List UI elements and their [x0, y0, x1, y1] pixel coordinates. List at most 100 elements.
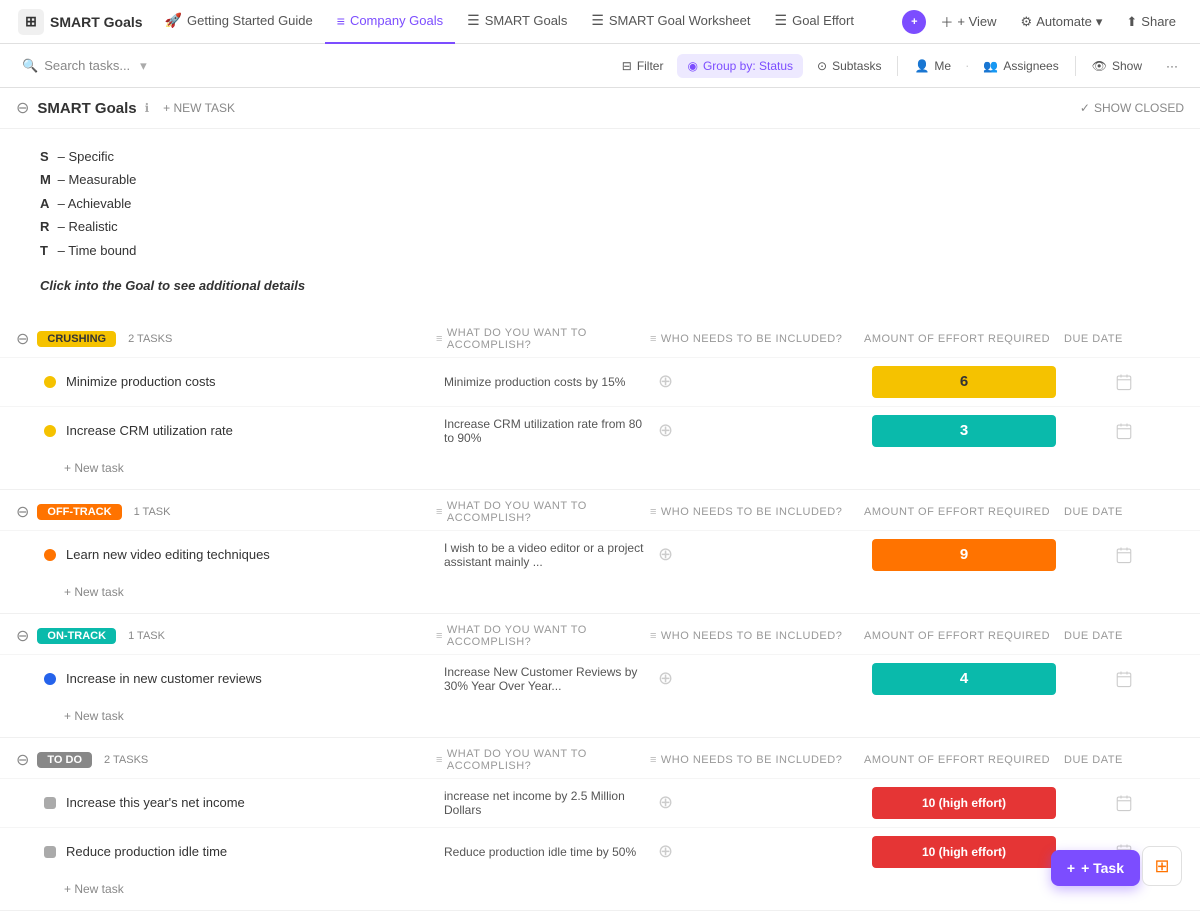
tab-icon-worksheet: ☰ — [591, 12, 604, 29]
nav-actions: + ＋ + View ⚙ Automate ▾ ⬆ Share — [896, 7, 1192, 36]
grid-view-button[interactable]: ⊞ — [1142, 846, 1182, 886]
col-effort-crushing: AMOUNT OF EFFORT REQUIRED — [864, 333, 1064, 345]
new-task-button[interactable]: + NEW TASK — [157, 99, 241, 117]
to-do-collapse-btn[interactable]: ⊖ — [16, 750, 29, 770]
crushing-collapse-btn[interactable]: ⊖ — [16, 329, 29, 349]
new-task-to-do[interactable]: + New task — [0, 876, 1200, 902]
on-track-collapse-btn[interactable]: ⊖ — [16, 626, 29, 646]
smart-letter-r: R — [40, 215, 54, 238]
smart-letter-t: T — [40, 239, 54, 262]
section-header: ⊖ SMART Goals ℹ + NEW TASK ✓ SHOW CLOSED — [0, 88, 1200, 129]
automate-button[interactable]: ⚙ Automate ▾ — [1011, 9, 1113, 35]
task-assignee: ⊕ — [650, 668, 864, 689]
effort-bar: 4 — [872, 663, 1056, 695]
task-row[interactable]: Increase in new customer reviews Increas… — [0, 654, 1200, 703]
share-icon: ⬆ — [1126, 14, 1137, 30]
smart-letter-a: A — [40, 192, 54, 215]
task-name-area: Reduce production idle time — [16, 844, 436, 859]
new-task-crushing[interactable]: + New task — [0, 455, 1200, 481]
smart-letter-s: S — [40, 145, 54, 168]
group-crushing: ⊖ CRUSHING 2 TASKS ≡ WHAT DO YOU WANT TO… — [0, 317, 1200, 490]
more-options-button[interactable]: ··· — [1156, 54, 1188, 78]
share-button[interactable]: ⬆ Share — [1116, 9, 1186, 35]
off-track-collapse-btn[interactable]: ⊖ — [16, 502, 29, 522]
info-icon[interactable]: ℹ — [145, 101, 150, 115]
group-off-track-title-area: ⊖ OFF-TRACK 1 TASK — [16, 502, 436, 522]
tab-goal-effort[interactable]: ☰ Goal Effort — [763, 0, 866, 44]
tab-company-goals[interactable]: ≡ Company Goals — [325, 0, 455, 44]
task-row[interactable]: Minimize production costs Minimize produ… — [0, 357, 1200, 406]
smart-text-m: – Measurable — [54, 168, 136, 191]
col-effort-off-track: AMOUNT OF EFFORT REQUIRED — [864, 506, 1064, 518]
task-name-area: Increase this year's net income — [16, 795, 436, 810]
col-accomplish-to-do: ≡ WHAT DO YOU WANT TO ACCOMPLISH? — [436, 748, 650, 772]
col-included-off-track: ≡ WHO NEEDS TO BE INCLUDED? — [650, 506, 864, 518]
assignee-icon: ⊕ — [658, 841, 673, 862]
task-assignee: ⊕ — [650, 841, 864, 862]
section-collapse-btn[interactable]: ⊖ — [16, 98, 29, 118]
task-row[interactable]: Reduce production idle time Reduce produ… — [0, 827, 1200, 876]
show-closed-button[interactable]: ✓ SHOW CLOSED — [1080, 101, 1184, 115]
smart-item-a: A – Achievable — [40, 192, 1176, 215]
task-accomplish: increase net income by 2.5 Million Dolla… — [436, 789, 650, 817]
task-name-area: Minimize production costs — [16, 374, 436, 389]
fab-plus-icon: + — [1067, 860, 1075, 876]
task-accomplish: I wish to be a video editor or a project… — [436, 541, 650, 569]
me-button[interactable]: 👤 Me — [904, 54, 961, 78]
view-icon: ＋ — [940, 12, 953, 31]
subtasks-button[interactable]: ⊙ Subtasks — [807, 54, 891, 78]
assignees-icon: 👥 — [983, 59, 998, 73]
task-dot-blue — [44, 673, 56, 685]
smart-item-r: R – Realistic — [40, 215, 1176, 238]
task-name: Increase in new customer reviews — [66, 671, 262, 686]
task-dot-gray — [44, 797, 56, 809]
group-crushing-header: ⊖ CRUSHING 2 TASKS ≡ WHAT DO YOU WANT TO… — [0, 317, 1200, 357]
tab-getting-started[interactable]: 🚀 Getting Started Guide — [153, 0, 325, 44]
group-to-do-header: ⊖ TO DO 2 TASKS ≡ WHAT DO YOU WANT TO AC… — [0, 738, 1200, 778]
main-content: ⊖ SMART Goals ℹ + NEW TASK ✓ SHOW CLOSED… — [0, 88, 1200, 911]
on-track-task-count: 1 TASK — [128, 630, 165, 642]
grid-icon: ⊞ — [1154, 856, 1169, 877]
due-date-icon — [1064, 794, 1184, 812]
nav-tabs: 🚀 Getting Started Guide ≡ Company Goals … — [153, 0, 897, 44]
col-accomplish-off-track: ≡ WHAT DO YOU WANT TO ACCOMPLISH? — [436, 500, 650, 524]
assignees-button[interactable]: 👥 Assignees — [973, 54, 1068, 78]
due-date-icon — [1064, 670, 1184, 688]
app-logo[interactable]: ⊞ SMART Goals — [8, 9, 153, 35]
col-duedate-off-track: DUE DATE — [1064, 506, 1184, 518]
task-name: Learn new video editing techniques — [66, 547, 270, 562]
tab-label-goal-effort: Goal Effort — [792, 13, 854, 28]
add-task-fab[interactable]: + + Task — [1051, 850, 1140, 886]
new-task-on-track[interactable]: + New task — [0, 703, 1200, 729]
filter-button[interactable]: ⊟ Filter — [612, 54, 674, 78]
off-track-task-count: 1 TASK — [134, 506, 171, 518]
plus-badge: + — [902, 10, 926, 34]
smart-acronym-list: S – Specific M – Measurable A – Achievab… — [0, 129, 1200, 270]
toolbar: 🔍 Search tasks... ▾ ⊟ Filter ◉ Group by:… — [0, 44, 1200, 88]
group-by-button[interactable]: ◉ Group by: Status — [677, 54, 803, 78]
search-bar[interactable]: 🔍 Search tasks... ▾ — [12, 52, 212, 80]
task-accomplish: Reduce production idle time by 50% — [436, 845, 650, 859]
task-name-area: Increase in new customer reviews — [16, 671, 436, 686]
task-row[interactable]: Increase this year's net income increase… — [0, 778, 1200, 827]
task-assignee: ⊕ — [650, 371, 864, 392]
tab-smart-goal-worksheet[interactable]: ☰ SMART Goal Worksheet — [579, 0, 762, 44]
col-duedate-to-do: DUE DATE — [1064, 754, 1184, 766]
show-button[interactable]: 👁 Show — [1082, 54, 1152, 78]
automate-icon: ⚙ — [1021, 14, 1033, 30]
assignee-icon: ⊕ — [658, 792, 673, 813]
view-button[interactable]: ＋ + View — [930, 7, 1006, 36]
group-off-track: ⊖ OFF-TRACK 1 TASK ≡ WHAT DO YOU WANT TO… — [0, 490, 1200, 614]
search-chevron-icon: ▾ — [140, 58, 147, 74]
effort-bar: 3 — [872, 415, 1056, 447]
task-row[interactable]: Increase CRM utilization rate Increase C… — [0, 406, 1200, 455]
tab-smart-goals[interactable]: ☰ SMART Goals — [455, 0, 579, 44]
automate-chevron: ▾ — [1096, 14, 1103, 30]
task-name-area: Learn new video editing techniques — [16, 547, 436, 562]
new-task-off-track[interactable]: + New task — [0, 579, 1200, 605]
task-name: Increase CRM utilization rate — [66, 423, 233, 438]
col-included-to-do: ≡ WHO NEEDS TO BE INCLUDED? — [650, 754, 864, 766]
task-accomplish: Increase New Customer Reviews by 30% Yea… — [436, 665, 650, 693]
task-row[interactable]: Learn new video editing techniques I wis… — [0, 530, 1200, 579]
col-effort-on-track: AMOUNT OF EFFORT REQUIRED — [864, 630, 1064, 642]
